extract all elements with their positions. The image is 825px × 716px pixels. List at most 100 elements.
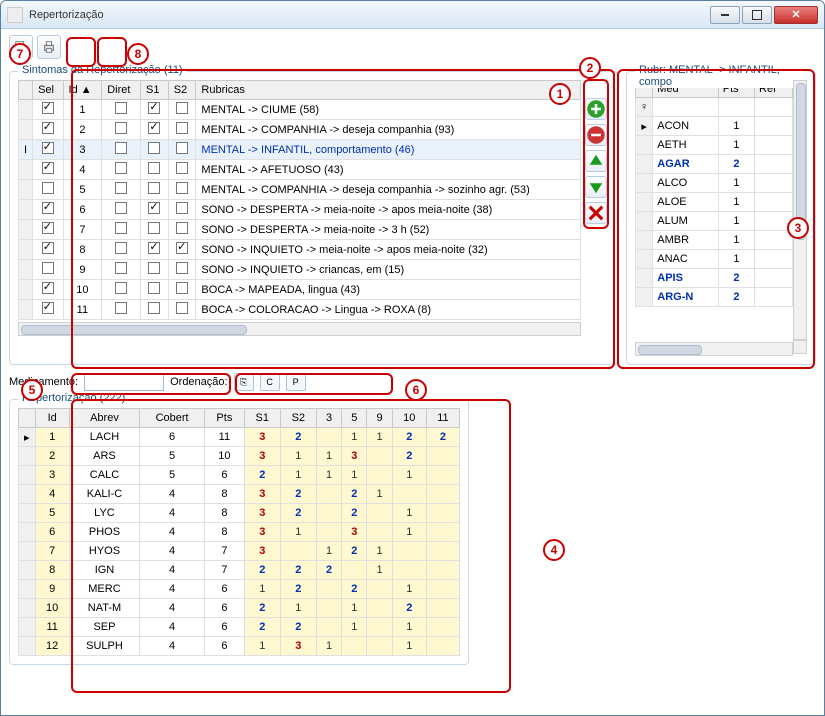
diret-checkbox[interactable] [115,102,127,114]
results-row[interactable]: 7HYOS473121 [19,542,460,561]
s2-checkbox[interactable] [176,142,188,154]
sel-checkbox[interactable] [42,242,54,254]
close-button[interactable] [774,6,818,24]
results-row[interactable]: 12SULPH461311 [19,637,460,656]
rubric-row[interactable]: ARG-N2 [636,288,793,307]
results-col[interactable]: 10 [392,409,426,428]
minimize-button[interactable] [710,6,740,24]
s1-checkbox[interactable] [148,162,160,174]
rubric-row[interactable]: ▸ACON1 [636,117,793,136]
diret-checkbox[interactable] [115,242,127,254]
print-button[interactable] [37,35,61,59]
col-s1[interactable]: S1 [140,81,168,100]
rubric-row[interactable]: ALUM1 [636,212,793,231]
sort-btn-2[interactable]: C [260,373,280,391]
results-row[interactable]: 6PHOS483131 [19,523,460,542]
rubric-row[interactable]: ANAC1 [636,250,793,269]
results-row[interactable]: 4KALI-C483221 [19,485,460,504]
col-rubricas[interactable]: Rubricas [196,81,581,100]
symptom-row[interactable]: 9 SONO -> INQUIETO -> criancas, em (15) [19,260,581,280]
sel-checkbox[interactable] [42,182,54,194]
symptom-row[interactable]: 6 SONO -> DESPERTA -> meia-noite -> apos… [19,200,581,220]
sel-checkbox[interactable] [42,142,54,154]
s1-checkbox[interactable] [148,142,160,154]
filter-med[interactable] [653,98,719,117]
s2-checkbox[interactable] [176,242,188,254]
results-col[interactable]: 3 [316,409,341,428]
sel-checkbox[interactable] [42,262,54,274]
col-id[interactable]: Id ▲ [63,81,102,100]
diret-checkbox[interactable] [115,262,127,274]
symptom-row[interactable]: 2 MENTAL -> COMPANHIA -> deseja companhi… [19,120,581,140]
results-row[interactable]: 10NAT-M462112 [19,599,460,618]
col-sel[interactable]: Sel [33,81,63,100]
delete-button[interactable] [585,202,607,224]
add-button[interactable] [585,98,607,120]
diret-checkbox[interactable] [115,122,127,134]
col-diret[interactable]: Diret [102,81,141,100]
rubric-vscroll[interactable] [793,80,807,340]
diret-checkbox[interactable] [115,302,127,314]
diret-checkbox[interactable] [115,182,127,194]
maximize-button[interactable] [742,6,772,24]
symptom-row[interactable]: 10 BOCA -> MAPEADA, lingua (43) [19,280,581,300]
diret-checkbox[interactable] [115,282,127,294]
results-row[interactable]: 9MERC461221 [19,580,460,599]
rubric-row[interactable]: ALCO1 [636,174,793,193]
sel-checkbox[interactable] [42,162,54,174]
results-row[interactable]: 11SEP462211 [19,618,460,637]
results-row[interactable]: 3CALC5621111 [19,466,460,485]
symptoms-hscroll[interactable] [18,322,581,336]
s2-checkbox[interactable] [176,202,188,214]
sel-checkbox[interactable] [42,202,54,214]
diret-checkbox[interactable] [115,162,127,174]
s1-checkbox[interactable] [148,282,160,294]
results-col[interactable] [19,409,36,428]
s1-checkbox[interactable] [148,222,160,234]
s1-checkbox[interactable] [148,202,160,214]
rubric-table[interactable]: Med Pts Ref ♀ ▸ACON1AETH1AG [635,80,793,307]
s1-checkbox[interactable] [148,122,160,134]
filter-ref[interactable] [755,98,793,117]
sel-checkbox[interactable] [42,302,54,314]
diret-checkbox[interactable] [115,202,127,214]
sel-checkbox[interactable] [42,102,54,114]
results-col[interactable]: Abrev [69,409,139,428]
results-row[interactable]: ▸1LACH611321122 [19,428,460,447]
rubric-row[interactable]: ALOE1 [636,193,793,212]
rubric-row[interactable]: AETH1 [636,136,793,155]
filter-pts[interactable] [718,98,754,117]
s2-checkbox[interactable] [176,262,188,274]
rubric-row[interactable]: APIS2 [636,269,793,288]
s1-checkbox[interactable] [148,302,160,314]
s2-checkbox[interactable] [176,102,188,114]
s1-checkbox[interactable] [148,182,160,194]
col-s2[interactable]: S2 [168,81,196,100]
move-up-button[interactable] [585,150,607,172]
rubric-hscroll[interactable] [635,342,793,356]
s2-checkbox[interactable] [176,282,188,294]
s2-checkbox[interactable] [176,162,188,174]
move-down-button[interactable] [585,176,607,198]
results-row[interactable]: 5LYC483221 [19,504,460,523]
remove-button[interactable] [585,124,607,146]
results-col[interactable]: 5 [342,409,367,428]
rubric-row[interactable]: AGAR2 [636,155,793,174]
sel-checkbox[interactable] [42,282,54,294]
symptom-row[interactable]: 8 SONO -> INQUIETO -> meia-noite -> apos… [19,240,581,260]
sort-btn-1[interactable]: ⎘ [234,373,254,391]
results-col[interactable]: 11 [426,409,459,428]
results-row[interactable]: 8IGN472221 [19,561,460,580]
symptom-row[interactable]: 7 SONO -> DESPERTA -> meia-noite -> 3 h … [19,220,581,240]
results-col[interactable]: S1 [244,409,280,428]
sort-btn-3[interactable]: P [286,373,306,391]
sel-checkbox[interactable] [42,222,54,234]
symptom-row[interactable]: 11 BOCA -> COLORACAO -> Lingua -> ROXA (… [19,300,581,320]
symptom-row[interactable]: 5 MENTAL -> COMPANHIA -> deseja companhi… [19,180,581,200]
s1-checkbox[interactable] [148,242,160,254]
rubric-row[interactable]: AMBR1 [636,231,793,250]
s1-checkbox[interactable] [148,102,160,114]
s2-checkbox[interactable] [176,182,188,194]
s2-checkbox[interactable] [176,302,188,314]
results-col[interactable]: Id [35,409,69,428]
